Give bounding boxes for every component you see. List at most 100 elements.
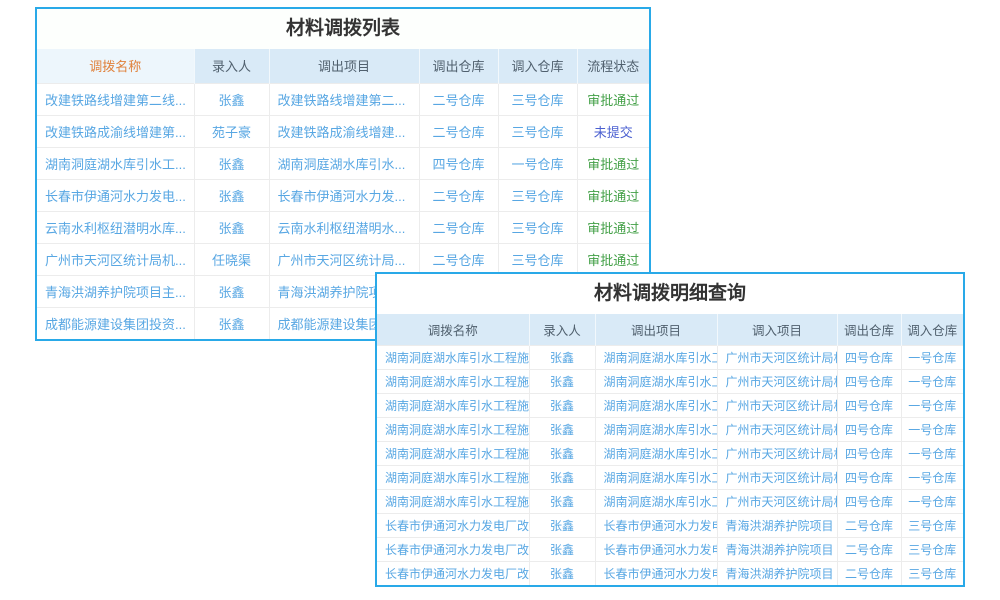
table-row[interactable]: 改建铁路成渝线增建第...苑子豪改建铁路成渝线增建...二号仓库三号仓库未提交 [37,115,649,147]
column-header: 调出仓库 [837,314,901,345]
table-cell-out_project: 广州市天河区统计局... [269,243,419,275]
table-cell-out_project: 湖南洞庭湖水库引水工程施工 [595,489,717,513]
table-cell-out_wh: 二号仓库 [837,537,901,561]
table-cell-out_wh: 四号仓库 [419,147,498,179]
table-cell-person: 张鑫 [194,179,269,211]
table-row[interactable]: 广州市天河区统计局机...任晓渠广州市天河区统计局...二号仓库三号仓库审批通过 [37,243,649,275]
table-cell-name: 改建铁路线增建第二线... [37,83,194,115]
table-header-row: 调拨名称录入人调出项目调入项目调出仓库调入仓库 [377,314,963,345]
table-cell-in_project: 广州市天河区统计局机械 [717,441,837,465]
table-row[interactable]: 湖南洞庭湖水库引水工程施工标段张鑫湖南洞庭湖水库引水工程施工广州市天河区统计局机… [377,489,963,513]
table-cell-in_wh: 一号仓库 [498,147,577,179]
table-cell-in_project: 广州市天河区统计局机械 [717,393,837,417]
column-header: 调入项目 [717,314,837,345]
table-row[interactable]: 云南水利枢纽潜明水库...张鑫云南水利枢纽潜明水...二号仓库三号仓库审批通过 [37,211,649,243]
table-row[interactable]: 长春市伊通河水力发电厂改建工程张鑫长春市伊通河水力发电厂改建青海洪湖养护院项目二… [377,513,963,537]
table-cell-in_project: 青海洪湖养护院项目 [717,513,837,537]
table-cell-in_wh: 一号仓库 [901,393,963,417]
table-cell-in_wh: 一号仓库 [901,441,963,465]
table-row[interactable]: 湖南洞庭湖水库引水工程施工标段张鑫湖南洞庭湖水库引水工程施工广州市天河区统计局机… [377,393,963,417]
table-cell-status: 未提交 [577,115,649,147]
table-cell-name: 湖南洞庭湖水库引水工程施工标段 [377,417,529,441]
table-cell-person: 张鑫 [194,83,269,115]
table-cell-person: 张鑫 [529,393,595,417]
table-header-row: 调拨名称录入人调出项目调出仓库调入仓库流程状态 [37,49,649,83]
table-cell-name: 湖南洞庭湖水库引水工程施工标段 [377,465,529,489]
table-cell-person: 张鑫 [194,307,269,339]
table-cell-out_project: 长春市伊通河水力发电厂改建 [595,537,717,561]
table-cell-out_project: 湖南洞庭湖水库引水工程施工 [595,393,717,417]
table-cell-out_project: 湖南洞庭湖水库引水工程施工 [595,441,717,465]
table-row[interactable]: 湖南洞庭湖水库引水工...张鑫湖南洞庭湖水库引水...四号仓库一号仓库审批通过 [37,147,649,179]
table-cell-in_wh: 三号仓库 [498,243,577,275]
table-cell-in_wh: 三号仓库 [901,561,963,585]
table-cell-out_project: 长春市伊通河水力发... [269,179,419,211]
material-transfer-list-title: 材料调拨列表 [37,9,649,49]
table-cell-in_wh: 三号仓库 [901,537,963,561]
table-cell-out_wh: 二号仓库 [419,243,498,275]
table-cell-name: 成都能源建设集团投资... [37,307,194,339]
table-row[interactable]: 长春市伊通河水力发电厂改建工程张鑫长春市伊通河水力发电厂改建青海洪湖养护院项目二… [377,561,963,585]
table-cell-in_project: 广州市天河区统计局机械 [717,369,837,393]
table-cell-in_wh: 一号仓库 [901,369,963,393]
table-row[interactable]: 长春市伊通河水力发电...张鑫长春市伊通河水力发...二号仓库三号仓库审批通过 [37,179,649,211]
table-cell-name: 湖南洞庭湖水库引水工程施工标段 [377,393,529,417]
table-cell-out_wh: 四号仓库 [837,345,901,369]
table-cell-person: 张鑫 [529,537,595,561]
table-row[interactable]: 湖南洞庭湖水库引水工程施工标段张鑫湖南洞庭湖水库引水工程施工广州市天河区统计局机… [377,441,963,465]
table-cell-out_project: 湖南洞庭湖水库引水... [269,147,419,179]
table-cell-out_project: 湖南洞庭湖水库引水工程施工 [595,345,717,369]
table-cell-in_wh: 三号仓库 [901,513,963,537]
table-cell-out_project: 云南水利枢纽潜明水... [269,211,419,243]
table-cell-in_wh: 一号仓库 [901,345,963,369]
table-cell-out_wh: 二号仓库 [837,561,901,585]
table-row[interactable]: 改建铁路线增建第二线...张鑫改建铁路线增建第二...二号仓库三号仓库审批通过 [37,83,649,115]
table-cell-person: 张鑫 [529,513,595,537]
table-cell-status: 审批通过 [577,243,649,275]
table-row[interactable]: 湖南洞庭湖水库引水工程施工标段张鑫湖南洞庭湖水库引水工程施工广州市天河区统计局机… [377,369,963,393]
material-transfer-detail-query-table: 调拨名称录入人调出项目调入项目调出仓库调入仓库 湖南洞庭湖水库引水工程施工标段张… [377,314,963,585]
column-header: 调拨名称 [377,314,529,345]
table-cell-out_wh: 四号仓库 [837,441,901,465]
table-row[interactable]: 湖南洞庭湖水库引水工程施工标段张鑫湖南洞庭湖水库引水工程施工广州市天河区统计局机… [377,465,963,489]
table-cell-in_wh: 一号仓库 [901,465,963,489]
table-cell-status: 审批通过 [577,83,649,115]
table-row[interactable]: 长春市伊通河水力发电厂改建工程张鑫长春市伊通河水力发电厂改建青海洪湖养护院项目二… [377,537,963,561]
table-cell-out_wh: 二号仓库 [419,211,498,243]
table-cell-out_project: 湖南洞庭湖水库引水工程施工 [595,417,717,441]
table-cell-person: 张鑫 [194,211,269,243]
table-cell-person: 张鑫 [529,561,595,585]
table-cell-out_project: 改建铁路成渝线增建... [269,115,419,147]
material-transfer-detail-query-window: 材料调拨明细查询 调拨名称录入人调出项目调入项目调出仓库调入仓库 湖南洞庭湖水库… [375,272,965,587]
column-header: 调出仓库 [419,49,498,83]
table-row[interactable]: 湖南洞庭湖水库引水工程施工标段张鑫湖南洞庭湖水库引水工程施工广州市天河区统计局机… [377,345,963,369]
table-cell-name: 云南水利枢纽潜明水库... [37,211,194,243]
table-cell-in_project: 广州市天河区统计局机械 [717,417,837,441]
table-cell-in_wh: 三号仓库 [498,179,577,211]
table-cell-name: 长春市伊通河水力发电厂改建工程 [377,513,529,537]
table-cell-person: 张鑫 [529,369,595,393]
table-cell-out_wh: 二号仓库 [419,179,498,211]
table-cell-out_wh: 四号仓库 [837,417,901,441]
table-cell-person: 张鑫 [529,417,595,441]
table-cell-name: 湖南洞庭湖水库引水工程施工标段 [377,345,529,369]
table-cell-person: 张鑫 [194,275,269,307]
table-cell-name: 长春市伊通河水力发电厂改建工程 [377,561,529,585]
table-cell-out_project: 长春市伊通河水力发电厂改建 [595,561,717,585]
column-header: 调入仓库 [498,49,577,83]
column-header: 调入仓库 [901,314,963,345]
table-cell-name: 广州市天河区统计局机... [37,243,194,275]
table-cell-name: 湖南洞庭湖水库引水工程施工标段 [377,369,529,393]
table-cell-in_project: 广州市天河区统计局机械 [717,465,837,489]
table-row[interactable]: 湖南洞庭湖水库引水工程施工标段张鑫湖南洞庭湖水库引水工程施工广州市天河区统计局机… [377,417,963,441]
table-cell-out_wh: 二号仓库 [837,513,901,537]
column-header: 调拨名称 [37,49,194,83]
table-cell-in_project: 广州市天河区统计局机械 [717,489,837,513]
table-cell-name: 改建铁路成渝线增建第... [37,115,194,147]
column-header: 调出项目 [269,49,419,83]
table-cell-out_wh: 四号仓库 [837,393,901,417]
table-cell-in_wh: 一号仓库 [901,417,963,441]
table-cell-out_wh: 四号仓库 [837,465,901,489]
table-cell-in_project: 青海洪湖养护院项目 [717,537,837,561]
table-cell-in_wh: 三号仓库 [498,211,577,243]
